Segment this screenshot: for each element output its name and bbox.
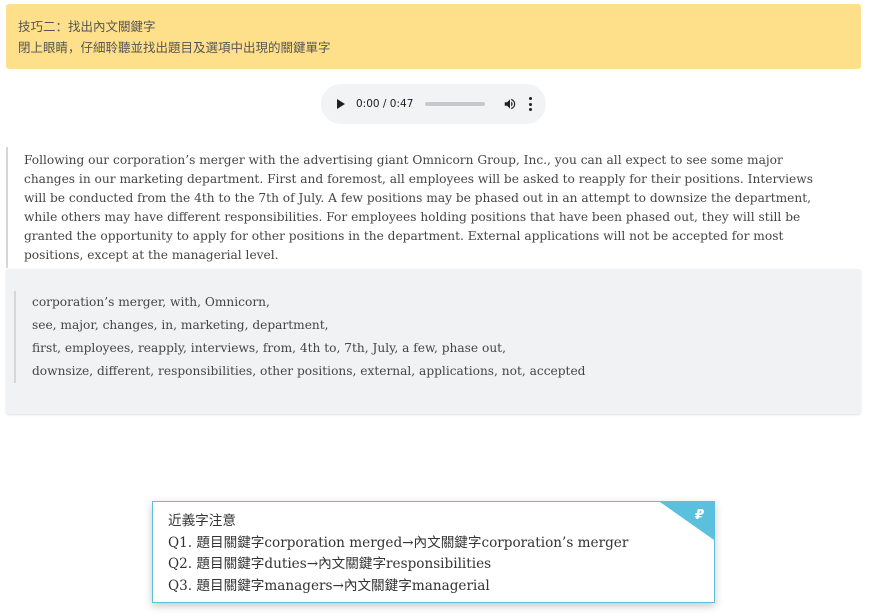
keyword-line: see, major, changes, in, marketing, depa…: [32, 318, 329, 332]
audio-time: 0:00 / 0:47: [356, 98, 414, 110]
transcript-quote: Following our corporation’s merger with …: [6, 147, 836, 268]
keywords-panel: corporation’s merger, with, Omnicorn, se…: [6, 269, 861, 414]
audio-progress-slider[interactable]: [425, 102, 486, 106]
play-icon[interactable]: [337, 99, 345, 109]
more-vert-icon[interactable]: [528, 97, 532, 111]
synonym-line: Q1. 題目關鍵字corporation merged→內文關鍵字corpora…: [168, 534, 629, 551]
synonym-card-title: 近義字注意: [168, 513, 236, 529]
synonym-line: Q3. 題目關鍵字managers→內文關鍵字managerial: [168, 577, 490, 594]
pin-icon: ₽: [694, 508, 704, 523]
keyword-line: first, employees, reapply, interviews, f…: [32, 341, 506, 355]
transcript-text: Following our corporation’s merger with …: [24, 153, 813, 262]
volume-icon[interactable]: [503, 97, 517, 111]
synonym-note-card: ₽ 近義字注意 Q1. 題目關鍵字corporation merged→內文關鍵…: [152, 501, 715, 603]
card-corner-ribbon: [660, 502, 714, 540]
keywords-quote: corporation’s merger, with, Omnicorn, se…: [14, 291, 585, 383]
tip-banner: 技巧二：找出內文關鍵字 閉上眼睛，仔細聆聽並找出題目及選項中出現的關鍵單字: [6, 4, 861, 69]
tip-subtitle: 閉上眼睛，仔細聆聽並找出題目及選項中出現的關鍵單字: [18, 40, 331, 55]
audio-player[interactable]: 0:00 / 0:47: [321, 84, 546, 124]
keyword-line: downsize, different, responsibilities, o…: [32, 364, 586, 378]
keyword-line: corporation’s merger, with, Omnicorn,: [32, 295, 270, 309]
tip-title: 技巧二：找出內文關鍵字: [18, 19, 156, 34]
synonym-line: Q2. 題目關鍵字duties→內文關鍵字responsibilities: [168, 556, 492, 572]
